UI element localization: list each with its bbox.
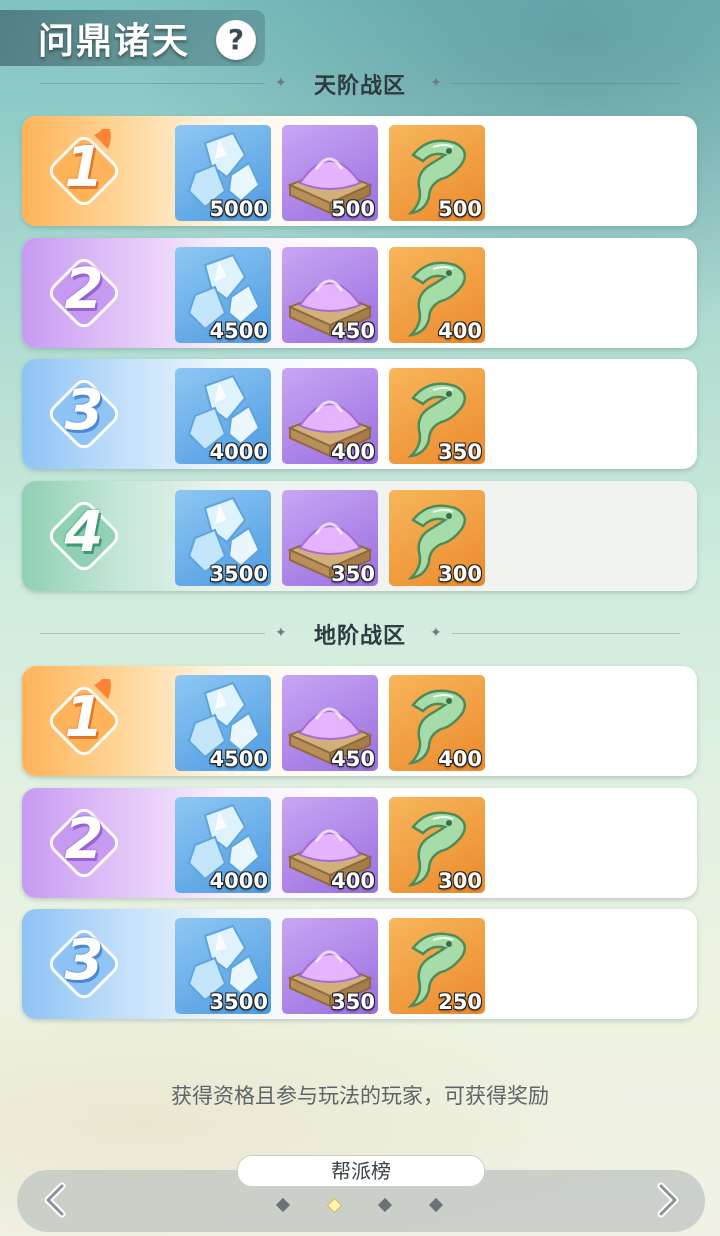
reward-item[interactable]: 500 (389, 125, 485, 221)
rank-row: 2 4500 450 400 (22, 238, 697, 348)
reward-item[interactable]: 400 (282, 368, 378, 464)
reward-item[interactable]: 4500 (175, 675, 271, 771)
reward-quantity: 3500 (209, 562, 268, 586)
reward-quantity: 400 (438, 747, 482, 771)
reward-quantity: 400 (331, 869, 375, 893)
reward-quantity: 300 (438, 562, 482, 586)
rank-badge: 1 (42, 129, 126, 213)
reward-item[interactable]: 300 (389, 490, 485, 586)
prev-page-button[interactable] (34, 1178, 78, 1222)
reward-item[interactable]: 450 (282, 247, 378, 343)
section-title: 天阶战区 (313, 74, 406, 99)
rank-number: 4 (64, 500, 104, 565)
reward-item[interactable]: 350 (282, 918, 378, 1014)
reward-item[interactable]: 500 (282, 125, 378, 221)
reward-quantity: 4500 (209, 319, 268, 343)
reward-quantity: 500 (331, 197, 375, 221)
rank-number: 1 (64, 135, 104, 200)
diamond-ornament-icon: ✦ (430, 625, 442, 641)
leaderboard-tab[interactable]: 帮派榜 (237, 1155, 485, 1187)
divider-line (452, 83, 680, 84)
reward-quantity: 450 (331, 747, 375, 771)
reward-quantity: 350 (331, 990, 375, 1014)
reward-item[interactable]: 400 (389, 247, 485, 343)
reward-item[interactable]: 450 (282, 675, 378, 771)
reward-item[interactable]: 400 (389, 675, 485, 771)
rank-number: 1 (64, 685, 104, 750)
rank-row: 3 3500 350 250 (22, 909, 697, 1019)
reward-item[interactable]: 3500 (175, 490, 271, 586)
rank-badge: 1 (42, 679, 126, 763)
rank-badge: 3 (42, 922, 126, 1006)
reward-item[interactable]: 4000 (175, 797, 271, 893)
diamond-ornament-icon: ✦ (430, 75, 442, 91)
divider-line (452, 633, 680, 634)
reward-quantity: 4000 (209, 869, 268, 893)
reward-item[interactable]: 5000 (175, 125, 271, 221)
section-title: 地阶战区 (313, 624, 406, 649)
rank-row: 3 4000 400 350 (22, 359, 697, 469)
reward-quantity: 300 (438, 869, 482, 893)
rank-row: 1 5000 500 500 (22, 116, 697, 226)
rank-row: 2 4000 400 300 (22, 788, 697, 898)
rank-number: 2 (64, 257, 104, 322)
rank-badge: 3 (42, 372, 126, 456)
section-header-tier1: ✦ 天阶战区 ✦ (0, 66, 720, 100)
reward-quantity: 450 (331, 319, 375, 343)
rank-row: 1 4500 450 400 (22, 666, 697, 776)
reward-item[interactable]: 3500 (175, 918, 271, 1014)
chevron-right-icon (657, 1182, 679, 1218)
rank-badge: 4 (42, 494, 126, 578)
chevron-left-icon (44, 1182, 66, 1218)
reward-quantity: 500 (438, 197, 482, 221)
help-button[interactable]: ? (216, 20, 256, 60)
reward-quantity: 350 (331, 562, 375, 586)
rank-number: 3 (64, 928, 104, 993)
eligibility-note: 获得资格且参与玩法的玩家，可获得奖励 (171, 1084, 549, 1108)
reward-quantity: 400 (331, 440, 375, 464)
reward-quantity: 4500 (209, 747, 268, 771)
reward-item[interactable]: 350 (282, 490, 378, 586)
page-title: 问鼎诸天 (38, 21, 191, 62)
rank-number: 3 (64, 378, 104, 443)
reward-quantity: 5000 (209, 197, 268, 221)
rank-badge: 2 (42, 801, 126, 885)
reward-item[interactable]: 350 (389, 368, 485, 464)
reward-item[interactable]: 4000 (175, 368, 271, 464)
reward-item[interactable]: 250 (389, 918, 485, 1014)
reward-item[interactable]: 4500 (175, 247, 271, 343)
rank-number: 2 (64, 807, 104, 872)
reward-quantity: 250 (438, 990, 482, 1014)
section-header-tier2: ✦ 地阶战区 ✦ (0, 616, 720, 650)
reward-quantity: 4000 (209, 440, 268, 464)
reward-quantity: 3500 (209, 990, 268, 1014)
reward-item[interactable]: 300 (389, 797, 485, 893)
rank-row: 4 3500 350 300 (22, 481, 697, 591)
reward-quantity: 350 (438, 440, 482, 464)
reward-item[interactable]: 400 (282, 797, 378, 893)
next-page-button[interactable] (645, 1178, 689, 1222)
rank-badge: 2 (42, 251, 126, 335)
reward-quantity: 400 (438, 319, 482, 343)
